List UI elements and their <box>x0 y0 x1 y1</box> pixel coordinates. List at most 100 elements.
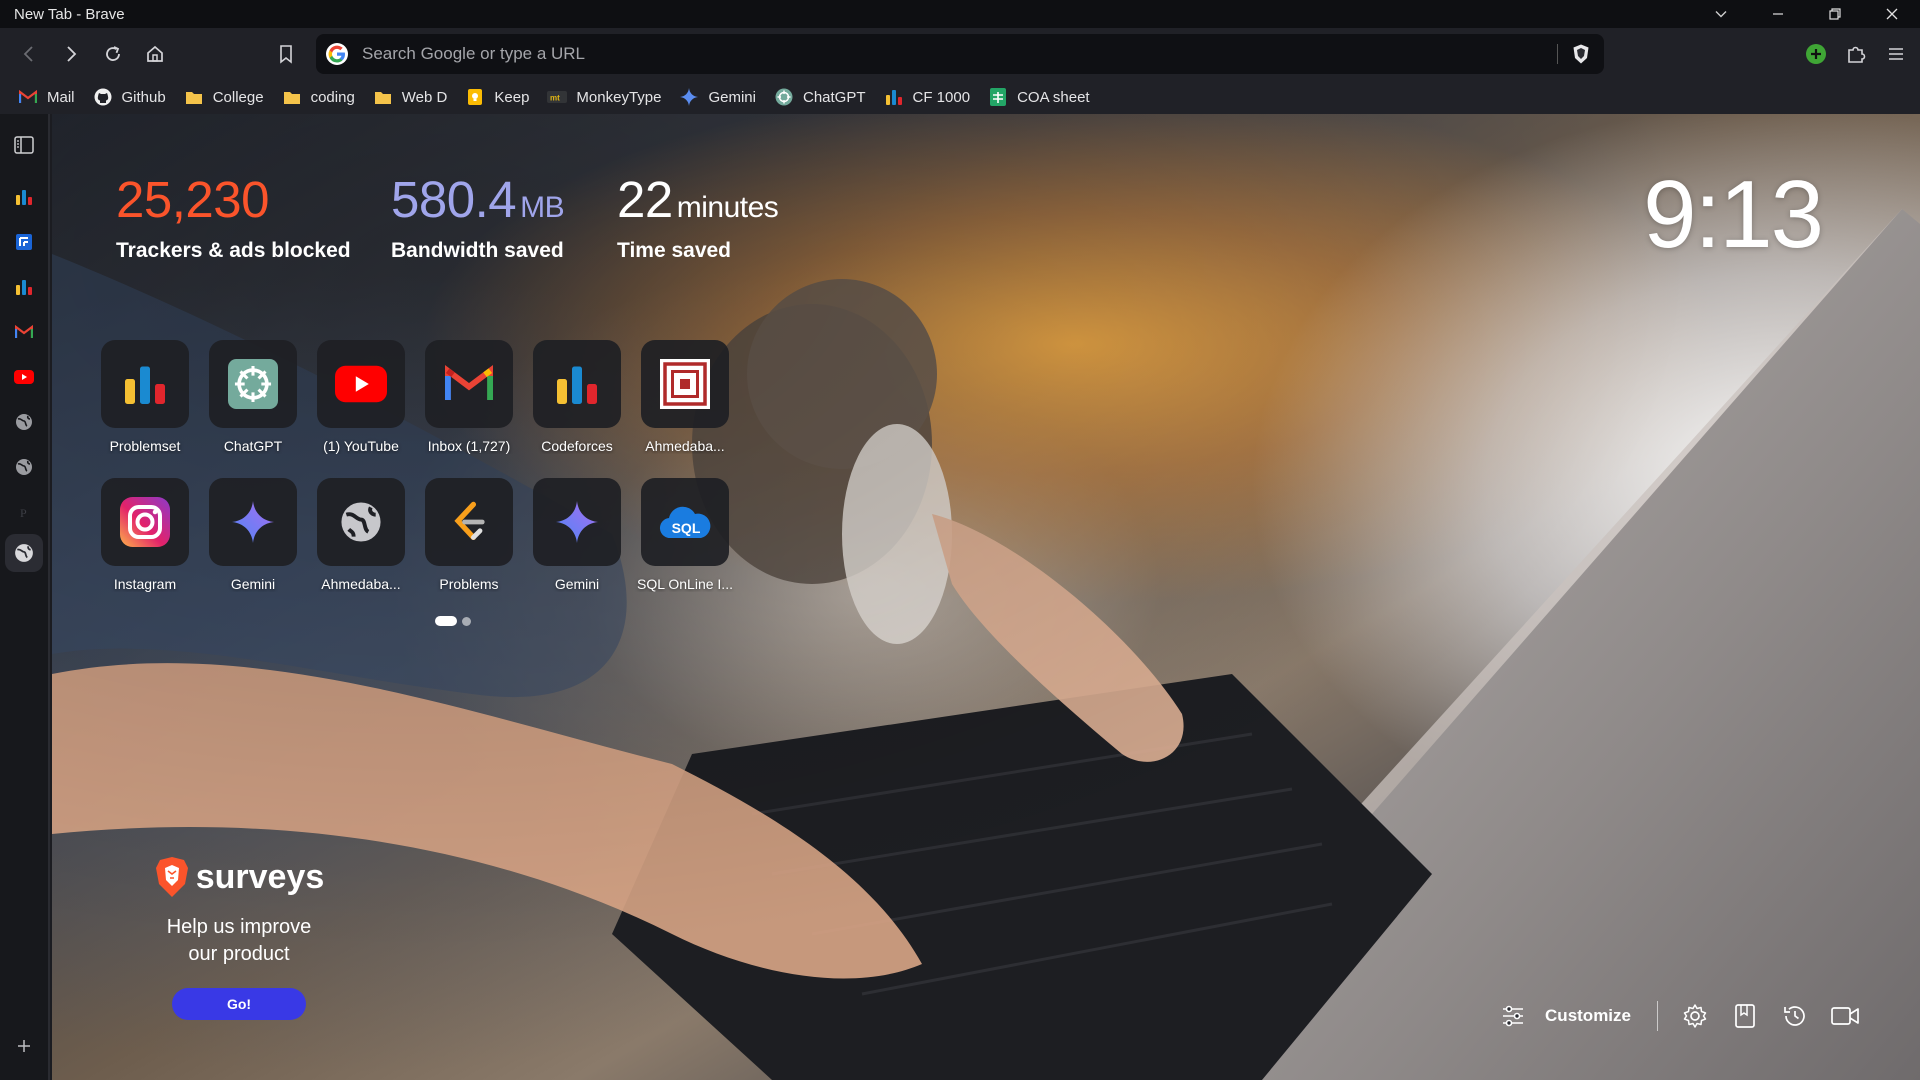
main-menu-button[interactable] <box>1876 34 1916 74</box>
home-button[interactable] <box>134 33 176 75</box>
forward-button[interactable] <box>50 33 92 75</box>
bookmark-gemini[interactable]: Gemini <box>679 83 766 111</box>
sidebar-item-gmail[interactable] <box>12 320 36 344</box>
globe-icon <box>16 414 32 430</box>
survey-go-button[interactable]: Go! <box>172 988 306 1020</box>
sidebar-toggle-button[interactable] <box>12 133 36 157</box>
bookmark-keep[interactable]: Keep <box>465 83 539 111</box>
tab-search-button[interactable] <box>1692 0 1749 28</box>
reload-button[interactable] <box>92 33 134 75</box>
bookmark-label: Keep <box>494 88 530 106</box>
bookmark-folder-college[interactable]: College <box>184 83 274 111</box>
bookmark-monkeytype[interactable]: mt MonkeyType <box>547 83 671 111</box>
bookmark-folder-coding[interactable]: coding <box>282 83 365 111</box>
top-site-tile[interactable]: Instagram <box>91 478 199 592</box>
app-icon <box>16 234 32 250</box>
top-site-tile[interactable]: Inbox (1,727) <box>415 340 523 454</box>
settings-button[interactable] <box>1670 996 1720 1036</box>
time-unit: minutes <box>676 191 779 224</box>
chevron-down-icon <box>1715 11 1726 18</box>
sidebar-item-p[interactable]: P <box>12 500 36 524</box>
survey-brand: surveys <box>134 856 344 898</box>
back-button[interactable] <box>8 33 50 75</box>
sidebar-add-button[interactable] <box>12 1034 36 1058</box>
new-tab-page: 25,230 Trackers & ads blocked 580.4 MB Ba… <box>52 114 1920 1080</box>
brave-talk-button[interactable] <box>1820 996 1870 1036</box>
bandwidth-unit: MB <box>520 191 565 224</box>
chatgpt-icon <box>209 340 297 428</box>
top-site-tile[interactable]: Gemini <box>199 478 307 592</box>
restore-icon <box>1828 8 1841 20</box>
minimize-button[interactable] <box>1749 0 1806 28</box>
history-button[interactable] <box>1770 996 1820 1036</box>
restore-button[interactable] <box>1806 0 1863 28</box>
bookmark-label: Gemini <box>708 88 756 106</box>
extensions-button[interactable] <box>1836 34 1876 74</box>
puzzle-icon <box>1848 46 1866 63</box>
trackers-label: Trackers & ads blocked <box>116 239 351 262</box>
customize-button[interactable]: Customize <box>1487 996 1645 1036</box>
history-icon <box>1784 1006 1805 1026</box>
sidebar-item-youtube[interactable] <box>12 365 36 389</box>
sliders-icon <box>1503 1005 1524 1027</box>
hamburger-menu-icon <box>1889 48 1903 60</box>
home-icon <box>147 45 163 62</box>
page-dot[interactable] <box>462 616 471 626</box>
sidebar-item-web-active[interactable] <box>5 534 43 572</box>
svg-text:mt: mt <box>550 94 560 103</box>
top-site-tile[interactable]: Gemini <box>523 478 631 592</box>
bookmark-page-button[interactable] <box>265 33 307 75</box>
bandwidth-label: Bandwidth saved <box>391 239 564 262</box>
window-title: New Tab - Brave <box>14 5 125 23</box>
globe-icon <box>16 459 32 475</box>
bookmark-label: CF 1000 <box>912 88 971 106</box>
top-site-name: Gemini <box>554 576 600 592</box>
google-icon <box>326 43 348 65</box>
top-site-name: (1) YouTube <box>323 438 399 454</box>
bottom-toolbar: Customize <box>1487 994 1870 1038</box>
bookmarks-button[interactable] <box>1720 996 1770 1036</box>
extension-button[interactable] <box>1796 34 1836 74</box>
bookmark-chatgpt[interactable]: ChatGPT <box>774 83 876 111</box>
top-site-tile[interactable]: SQL SQL OnLine I... <box>631 478 739 592</box>
codeforces-icon <box>533 340 621 428</box>
customize-label: Customize <box>1545 1006 1631 1025</box>
sidebar-item-web-1[interactable] <box>12 410 36 434</box>
sidebar-item-web-2[interactable] <box>12 455 36 479</box>
survey-message-line: Help us improve <box>166 916 312 938</box>
top-site-name: SQL OnLine I... <box>637 576 733 592</box>
top-site-name: Problems <box>439 576 499 592</box>
top-site-tile[interactable]: Problemset <box>91 340 199 454</box>
bookmark-coa-sheet[interactable]: COA sheet <box>988 83 1100 111</box>
bookmark-cf1000[interactable]: CF 1000 <box>884 83 981 111</box>
video-camera-icon <box>1831 1007 1859 1025</box>
youtube-icon <box>317 340 405 428</box>
sidebar-item-app[interactable] <box>12 230 36 254</box>
sidebar-item-codeforces[interactable] <box>12 185 36 209</box>
address-bar[interactable] <box>316 34 1604 74</box>
sidebar-item-codeforces-2[interactable] <box>12 275 36 299</box>
bandwidth-stat: 580.4 MB Bandwidth saved <box>391 174 565 263</box>
gemini-icon <box>533 478 621 566</box>
top-site-tile[interactable]: (1) YouTube <box>307 340 415 454</box>
top-site-name: Gemini <box>230 576 276 592</box>
bookmark-label: MonkeyType <box>576 88 662 106</box>
brave-shields-icon[interactable] <box>1570 43 1592 65</box>
top-site-tile[interactable]: Ahmedaba... <box>631 340 739 454</box>
close-window-button[interactable] <box>1863 0 1920 28</box>
top-site-name: Instagram <box>113 576 177 592</box>
bookmark-label: Web D <box>401 88 448 106</box>
top-site-tile[interactable]: Ahmedaba... <box>307 478 415 592</box>
bookmark-github[interactable]: Github <box>93 83 176 111</box>
gmail-icon <box>18 88 38 106</box>
search-input[interactable] <box>362 44 1462 64</box>
top-sites-pagination <box>435 616 471 626</box>
folder-icon <box>282 88 302 106</box>
top-site-tile[interactable]: Codeforces <box>523 340 631 454</box>
page-dot-active[interactable] <box>435 616 457 626</box>
top-site-tile[interactable]: ChatGPT <box>199 340 307 454</box>
bookmark-mail[interactable]: Mail <box>18 83 85 111</box>
bookmark-folder-webd[interactable]: Web D <box>373 83 458 111</box>
globe-icon <box>15 544 33 562</box>
top-site-tile[interactable]: Problems <box>415 478 523 592</box>
